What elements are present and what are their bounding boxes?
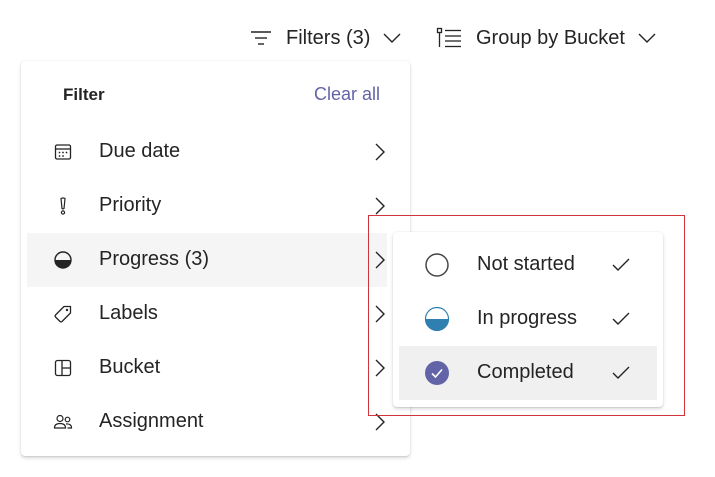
checkmark-icon [611, 255, 631, 275]
menu-item-assignment[interactable]: Assignment [27, 395, 387, 449]
bucket-board-icon [53, 358, 73, 378]
completed-check-circle-icon [424, 360, 450, 386]
filter-menu: Filter Clear all Due date Priority Progr… [21, 61, 410, 456]
menu-item-label: Priority [99, 194, 162, 216]
progress-option-label: Completed [477, 361, 574, 383]
half-circle-icon [53, 250, 73, 270]
checkmark-icon [611, 363, 631, 383]
chevron-right-icon [373, 196, 387, 216]
progress-option-not-started[interactable]: Not started [399, 238, 657, 292]
menu-item-label: Progress (3) [99, 248, 210, 270]
chevron-down-icon [382, 32, 402, 44]
progress-submenu: Not started In progress Completed [393, 232, 663, 407]
chevron-right-icon [373, 358, 387, 378]
menu-item-bucket[interactable]: Bucket [27, 341, 387, 395]
chevron-right-icon [373, 304, 387, 324]
tag-icon [53, 304, 73, 324]
half-filled-circle-icon [424, 306, 450, 332]
empty-circle-icon [424, 252, 450, 278]
group-list-icon [436, 27, 462, 49]
progress-option-label: In progress [477, 307, 578, 329]
checkmark-icon [611, 309, 631, 329]
group-by-label: Group by Bucket [476, 26, 625, 49]
progress-option-label: Not started [477, 253, 575, 275]
menu-item-due-date[interactable]: Due date [27, 125, 387, 179]
menu-item-label: Assignment [99, 410, 204, 432]
filters-label: Filters (3) [286, 26, 371, 49]
chevron-right-icon [373, 250, 387, 270]
filter-menu-header: Filter Clear all [21, 61, 410, 129]
filters-button[interactable]: Filters (3) [250, 22, 402, 54]
chevron-right-icon [373, 142, 387, 162]
people-icon [53, 412, 73, 432]
chevron-right-icon [373, 412, 387, 432]
menu-item-label: Labels [99, 302, 158, 324]
menu-item-priority[interactable]: Priority [27, 179, 387, 233]
menu-item-label: Due date [99, 140, 181, 162]
progress-option-in-progress[interactable]: In progress [399, 292, 657, 346]
filter-menu-title: Filter [63, 85, 105, 104]
chevron-down-icon [637, 32, 657, 44]
menu-item-label: Bucket [99, 356, 161, 378]
calendar-icon [53, 142, 73, 162]
group-by-button[interactable]: Group by Bucket [436, 22, 657, 54]
filter-lines-icon [250, 29, 272, 47]
exclamation-icon [53, 196, 73, 216]
menu-item-progress[interactable]: Progress (3) [27, 233, 387, 287]
clear-all-link[interactable]: Clear all [314, 84, 380, 105]
progress-option-completed[interactable]: Completed [399, 346, 657, 400]
menu-item-labels[interactable]: Labels [27, 287, 387, 341]
